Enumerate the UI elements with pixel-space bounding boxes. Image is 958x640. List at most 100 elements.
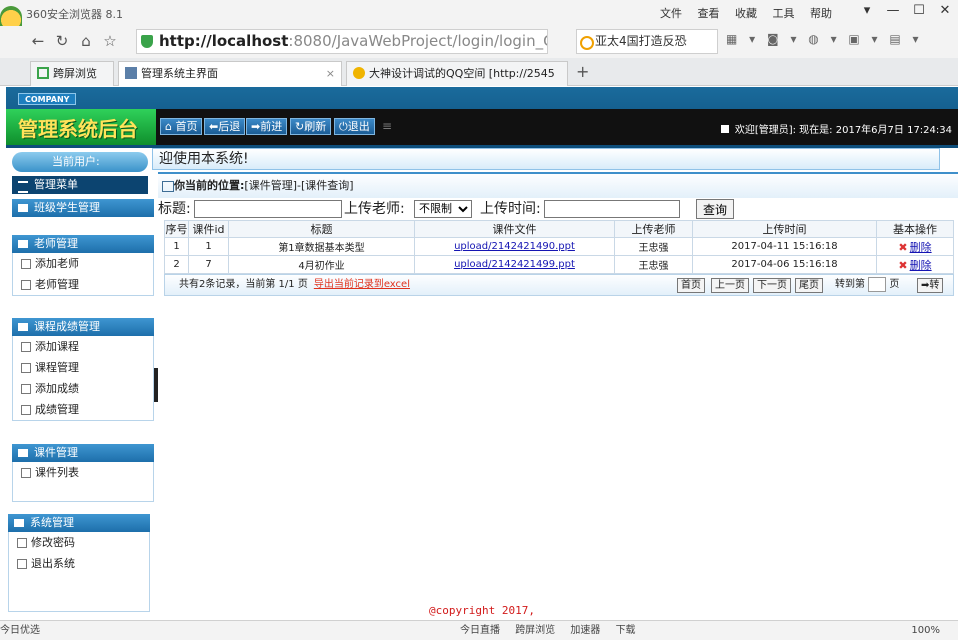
cell-file: upload/2142421490.ppt [414, 237, 615, 256]
new-tab-button[interactable]: + [576, 62, 589, 81]
minimize-button[interactable]: — [880, 0, 906, 22]
export-excel-link[interactable]: 导出当前记录到excel [314, 279, 410, 290]
next-page-button[interactable]: 下一页 [753, 278, 791, 293]
sidebar-item-add-score[interactable]: 添加成绩 [13, 378, 153, 399]
sidebar-item-add-course[interactable]: 添加课程 [13, 336, 153, 357]
pager-info: 共有2条记录，当前第 1/1 页导出当前记录到excel [179, 279, 410, 290]
menu-tools[interactable]: 工具 [773, 7, 795, 20]
first-page-button[interactable]: 首页 [677, 278, 705, 293]
col-time: 上传时间 [692, 220, 877, 238]
star-icon[interactable]: ☆ [98, 30, 122, 52]
group-header[interactable]: 课件管理 [12, 444, 154, 462]
sidebar-item-score-manage[interactable]: 成绩管理 [13, 399, 153, 420]
zoom-level[interactable]: 100% [911, 621, 940, 640]
breadcrumb: 你当前的位置:[课件管理]-[课件查询] [158, 172, 958, 198]
browser-statusbar: 今日优选 今日直播 跨屏浏览 加速器 下载 100% [0, 620, 958, 640]
sidebar-item-add-teacher[interactable]: 添加老师 [13, 253, 153, 274]
breadcrumb-path: [课件管理]-[课件查询] [244, 179, 354, 192]
sidebar-item-change-password[interactable]: 修改密码 [9, 532, 149, 553]
brand: 管理系统后台 [6, 109, 156, 145]
home-button[interactable]: ⌂ 首页 [160, 118, 203, 135]
file-link[interactable]: upload/2142421490.ppt [454, 241, 575, 252]
last-page-button[interactable]: 尾页 [795, 278, 823, 293]
tab-cross-screen[interactable]: 跨屏浏览 [30, 61, 114, 86]
url-host: http://localhost [159, 32, 289, 50]
menu-view[interactable]: 查看 [698, 7, 720, 20]
menu-lines-icon: ≡ [382, 119, 393, 133]
delete-link[interactable]: 删除 [898, 259, 932, 272]
group-header[interactable]: 课程成绩管理 [12, 318, 154, 336]
main-content: 你当前的位置:[课件管理]-[课件查询] 标题: 上传老师: 不限制 上传时间:… [158, 172, 958, 608]
upload-time-input[interactable] [544, 200, 680, 218]
group-header[interactable]: 班级学生管理 [12, 199, 154, 217]
table-row: 1 1 第1章数据基本类型 upload/2142421490.ppt 王忠强 … [164, 237, 954, 256]
maximize-button[interactable]: ☐ [906, 0, 932, 22]
delete-link[interactable]: 删除 [898, 241, 932, 254]
url-path: :8080/JavaWebProject/login/login_Che [288, 32, 548, 50]
prev-page-button[interactable]: 上一页 [711, 278, 749, 293]
cell-teacher: 王忠强 [614, 237, 693, 256]
brand-title: 管理系统后台 [18, 117, 138, 141]
refresh-button[interactable]: ↻刷新 [290, 118, 332, 135]
cell-time: 2017-04-11 15:16:18 [692, 237, 877, 256]
home-icon[interactable]: ⌂ [74, 30, 98, 52]
status-cross-screen[interactable]: 跨屏浏览 [515, 625, 555, 636]
cell-teacher: 王忠强 [614, 255, 693, 274]
col-no: 序号 [164, 220, 189, 238]
group-header[interactable]: 老师管理 [12, 235, 154, 253]
sidebar-item-course-manage[interactable]: 课程管理 [13, 357, 153, 378]
status-live[interactable]: 今日直播 [460, 625, 500, 636]
menu-favorites[interactable]: 收藏 [735, 7, 757, 20]
refresh-icon[interactable]: ↻ [50, 30, 74, 52]
cell-time: 2017-04-06 15:16:18 [692, 255, 877, 274]
status-recommend[interactable]: 今日优选 [0, 621, 40, 640]
close-window-button[interactable]: ✕ [932, 0, 958, 22]
copyright-footer: @copyright 2017, [429, 604, 535, 617]
menu-title: 管理菜单 [12, 176, 148, 194]
go-button[interactable]: ➡转 [917, 278, 944, 293]
status-download[interactable]: 下载 [616, 625, 636, 636]
cell-title: 第1章数据基本类型 [228, 237, 415, 256]
forward-button[interactable]: ➡前进 [246, 118, 288, 135]
tab-bar: 跨屏浏览 管理系统主界面 × 大神设计调试的QQ空间 [http://2545 … [0, 58, 958, 86]
cell-action: 删除 [876, 255, 954, 274]
back-button[interactable]: ⬅后退 [204, 118, 246, 135]
sidebar-item-courseware-list[interactable]: 课件列表 [13, 462, 153, 483]
close-tab-icon[interactable]: × [326, 62, 335, 85]
tab-qq-space[interactable]: 大神设计调试的QQ空间 [http://2545 [346, 61, 568, 86]
menu-file[interactable]: 文件 [660, 7, 682, 20]
teacher-select[interactable]: 不限制 [414, 200, 472, 218]
breadcrumb-label: 你当前的位置: [174, 179, 245, 192]
table-header-row: 序号 课件id 标题 课件文件 上传老师 上传时间 基本操作 [164, 220, 954, 238]
toolbar-extensions-icon[interactable]: ▦ ▾ ◙ ▾ ◍ ▾ ▣ ▾ ▤ ▾ [726, 32, 923, 46]
sidebar-item-teacher-manage[interactable]: 老师管理 [13, 274, 153, 295]
col-id: 课件id [188, 220, 229, 238]
sidebar-item-logout[interactable]: 退出系统 [9, 553, 149, 574]
search-input[interactable]: 亚太4国打造反恐 [576, 29, 718, 54]
phone-icon [37, 67, 49, 79]
tab-admin-main[interactable]: 管理系统主界面 × [118, 61, 342, 86]
page-number-input[interactable] [868, 276, 887, 292]
col-title: 标题 [228, 220, 415, 238]
company-logo: COMPANY [18, 93, 77, 105]
query-button[interactable]: 查询 [696, 199, 735, 219]
page-icon [125, 67, 137, 79]
url-input[interactable]: http://localhost:8080/JavaWebProject/log… [136, 29, 548, 54]
group-course-score: 课程成绩管理 添加课程 课程管理 添加成绩 成绩管理 [12, 318, 154, 421]
menu-help[interactable]: 帮助 [810, 7, 832, 20]
logout-button[interactable]: ⏻退出 [334, 118, 375, 135]
title-input[interactable] [194, 200, 342, 218]
file-link[interactable]: upload/2142421499.ppt [454, 259, 575, 270]
table-row: 2 7 4月初作业 upload/2142421499.ppt 王忠强 2017… [164, 255, 954, 274]
search-form: 标题: 上传老师: 不限制 上传时间: 查询 [158, 198, 958, 220]
group-header[interactable]: 系统管理 [8, 514, 150, 532]
welcome-text: 欢迎[管理员]: 现在是: 2017年6月7日 17:24:34 [721, 121, 952, 136]
sidebar: 当前用户: 管理菜单 班级学生管理 老师管理 添加老师 老师管理 课程成绩管理 … [6, 148, 154, 612]
page-jump: 转到第 页 [835, 275, 899, 295]
skin-icon[interactable]: ▾ [854, 0, 880, 22]
status-accelerator[interactable]: 加速器 [570, 625, 600, 636]
back-arrow-icon[interactable]: ← [26, 30, 50, 52]
status-tools: 今日直播 跨屏浏览 加速器 下载 [460, 621, 648, 640]
teacher-label: 上传老师: [344, 201, 405, 217]
browser-app-name: 360安全浏览器 8.1 [26, 8, 123, 21]
